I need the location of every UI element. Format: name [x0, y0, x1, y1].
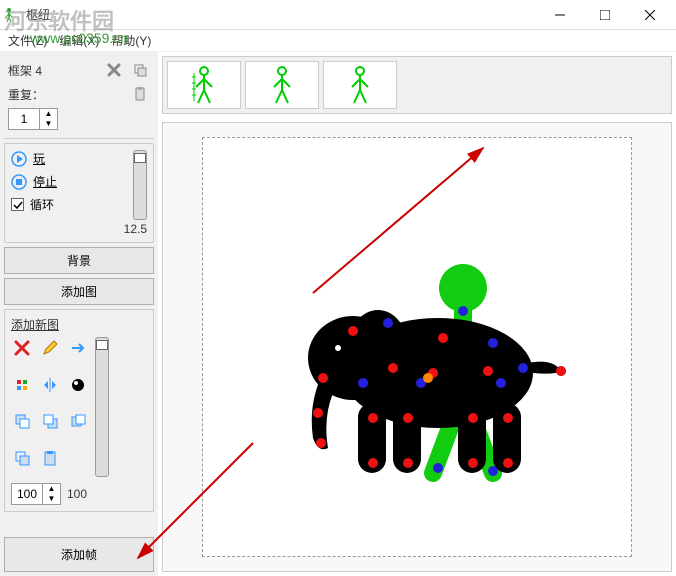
- tools-title: 添加新图: [11, 316, 147, 333]
- window-title: 枢纽: [26, 6, 537, 23]
- repeat-spinner[interactable]: ▲▼: [8, 108, 58, 130]
- play-icon[interactable]: [11, 151, 27, 167]
- repeat-input[interactable]: [9, 112, 39, 126]
- right-area: [158, 52, 676, 576]
- speed-value: 12.5: [11, 222, 147, 236]
- loop-checkbox[interactable]: [11, 198, 24, 211]
- background-button[interactable]: 背景: [4, 247, 154, 274]
- spinner-up[interactable]: ▲: [40, 109, 57, 119]
- repeat-label: 重复：: [8, 86, 44, 103]
- close-button[interactable]: [627, 0, 672, 29]
- edit-tool-icon[interactable]: [39, 337, 61, 359]
- frame-thumb[interactable]: [245, 61, 319, 109]
- speed-slider[interactable]: [133, 150, 147, 220]
- stop-label: 停止: [33, 173, 57, 190]
- canvas[interactable]: [202, 137, 632, 557]
- add-figure-button[interactable]: 添加图: [4, 278, 154, 305]
- flip-h-tool-icon[interactable]: [39, 374, 61, 396]
- center-tool-icon[interactable]: [11, 374, 33, 396]
- color-tool-icon[interactable]: [67, 374, 89, 396]
- left-panel: 框架 4 重复： ▲▼: [0, 52, 158, 576]
- scale-down[interactable]: ▼: [43, 494, 60, 504]
- loop-label: 循环: [30, 196, 54, 213]
- menu-file[interactable]: 文件(Z): [8, 32, 47, 49]
- menu-edit[interactable]: 编辑(X): [59, 32, 99, 49]
- slider-thumb[interactable]: [134, 153, 146, 163]
- frame-info-box: 框架 4 重复： ▲▼: [4, 56, 154, 139]
- layer-swap-icon[interactable]: [67, 410, 89, 432]
- play-label: 玩: [33, 150, 45, 167]
- tools-box: 添加新图: [4, 309, 154, 512]
- frame-thumb[interactable]: [167, 61, 241, 109]
- add-frame-button[interactable]: 添加帧: [4, 537, 154, 572]
- layer-front-icon[interactable]: [11, 410, 33, 432]
- scale-input[interactable]: [12, 487, 42, 501]
- scale-spinner[interactable]: ▲▼: [11, 483, 61, 505]
- paste-tool-icon[interactable]: [39, 447, 61, 469]
- canvas-area: [162, 122, 672, 572]
- delete-frame-icon[interactable]: [104, 60, 124, 80]
- menubar: 文件(Z) 编辑(X) 帮助(Y): [0, 30, 676, 52]
- frame-thumb[interactable]: [323, 61, 397, 109]
- copy-frame-icon[interactable]: [130, 60, 150, 80]
- scale-thumb[interactable]: [96, 340, 108, 350]
- frames-bar: [162, 56, 672, 114]
- paste-frame-icon[interactable]: [130, 84, 150, 104]
- scale-slider[interactable]: [95, 337, 109, 477]
- maximize-button[interactable]: [582, 0, 627, 29]
- frame-label: 框架 4: [8, 62, 42, 79]
- copy-tool-icon[interactable]: [11, 447, 33, 469]
- menu-help[interactable]: 帮助(Y): [111, 32, 151, 49]
- titlebar: 枢纽: [0, 0, 676, 30]
- layer-back-icon[interactable]: [39, 410, 61, 432]
- play-box: 玩 停止 循环 12.5: [4, 143, 154, 243]
- minimize-button[interactable]: [537, 0, 582, 29]
- scale-display: 100: [67, 487, 87, 501]
- app-icon: [4, 7, 20, 23]
- delete-tool-icon[interactable]: [11, 337, 33, 359]
- scale-up[interactable]: ▲: [43, 484, 60, 494]
- stop-icon[interactable]: [11, 174, 27, 190]
- figure-elephant[interactable]: [293, 253, 573, 493]
- next-tool-icon[interactable]: [67, 337, 89, 359]
- spinner-down[interactable]: ▼: [40, 119, 57, 129]
